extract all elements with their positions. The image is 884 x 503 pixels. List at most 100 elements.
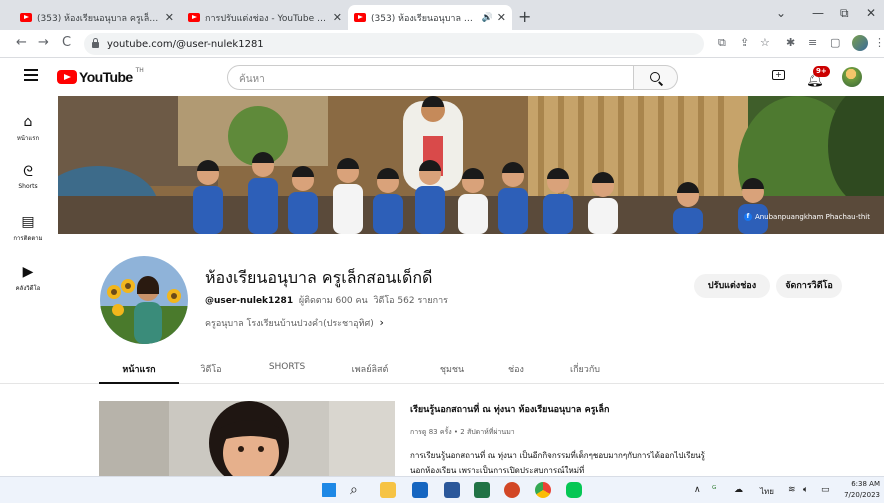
- youtube-favicon-icon: [20, 13, 32, 22]
- channel-avatar[interactable]: [100, 256, 188, 344]
- browser-tab[interactable]: การปรับแต่งช่อง - YouTube Studio ✕: [182, 5, 348, 30]
- lock-icon: [92, 38, 99, 48]
- tab-close-icon[interactable]: ✕: [333, 11, 342, 24]
- word-icon[interactable]: [444, 482, 460, 498]
- extensions-icon[interactable]: ✱: [786, 36, 795, 49]
- profile-avatar[interactable]: [852, 35, 868, 51]
- channel-avatar-photo: [100, 256, 188, 344]
- tab-title: (353) ห้องเรียนอนุบาล ครูเล็กสอนเด็กดี: [37, 13, 161, 24]
- manage-videos-button[interactable]: จัดการวิดีโอ: [776, 274, 842, 298]
- tab-playlists[interactable]: เพลย์ลิสต์: [352, 362, 389, 376]
- browser-toolbar: ← → C youtube.com/@user-nulek1281 ⧉ ⇪ ☆ …: [0, 30, 884, 58]
- share-icon[interactable]: ⇪: [740, 36, 749, 49]
- tray-app-icon[interactable]: ᴳ: [712, 485, 716, 495]
- channel-description[interactable]: ครูอนุบาล โรงเรียนบ้านปวงคำ(ประชาอุทิศ) …: [205, 316, 384, 330]
- banner-credit: f Anubanpuangkham Phachau-thit: [743, 213, 870, 221]
- line-app-icon[interactable]: [566, 482, 582, 498]
- youtube-studio-favicon-icon: [188, 13, 200, 22]
- reload-button[interactable]: C: [62, 35, 71, 50]
- powerpoint-icon[interactable]: [504, 482, 520, 498]
- bookmark-star-icon[interactable]: ☆: [760, 36, 770, 49]
- browser-menu-icon[interactable]: ⋮: [874, 36, 884, 49]
- youtube-wordmark: YouTube: [79, 69, 133, 85]
- tab-title: (353) ห้องเรียนอนุบาล ครูเล็กสอนเ: [371, 13, 478, 24]
- banner-credit-text: Anubanpuangkham Phachau-thit: [754, 213, 870, 221]
- create-video-icon[interactable]: +: [772, 70, 785, 80]
- clock-date: 7/20/2023: [844, 491, 880, 499]
- channel-banner-image: f Anubanpuangkham Phachau-thit: [58, 96, 884, 234]
- input-language[interactable]: ไทย: [760, 485, 774, 498]
- audio-playing-icon[interactable]: 🔊: [482, 13, 493, 23]
- chrome-icon[interactable]: [535, 482, 551, 498]
- featured-video-thumbnail[interactable]: [99, 401, 395, 476]
- system-clock[interactable]: 6:38 AM 7/20/2023: [844, 479, 880, 501]
- url-text: youtube.com/@user-nulek1281: [107, 38, 264, 50]
- tab-shorts[interactable]: SHORTS: [269, 362, 305, 372]
- side-panel-icon[interactable]: ▢: [830, 36, 840, 49]
- facebook-icon: f: [743, 213, 752, 221]
- sidebar-item-shorts[interactable]: ᘓ Shorts: [0, 164, 56, 190]
- chevron-right-icon: ›: [379, 316, 384, 329]
- reading-list-icon[interactable]: ≡: [808, 36, 817, 49]
- new-tab-button[interactable]: +: [518, 7, 531, 26]
- app-icon[interactable]: [412, 482, 428, 498]
- taskbar-search-icon[interactable]: ⌕: [350, 482, 366, 498]
- tray-cloud-icon[interactable]: ☁: [734, 485, 743, 495]
- tab-search-dropdown-icon[interactable]: ⌄: [776, 6, 786, 20]
- library-icon: ▶: [22, 264, 34, 280]
- customize-channel-button[interactable]: ปรับแต่งช่อง: [694, 274, 770, 298]
- notification-count-badge: 9+: [813, 66, 830, 77]
- tab-close-icon[interactable]: ✕: [165, 11, 174, 24]
- menu-hamburger-icon[interactable]: [24, 69, 38, 84]
- tab-home[interactable]: หน้าแรก: [122, 362, 155, 376]
- battery-icon[interactable]: ▭: [821, 485, 830, 495]
- subscriber-count: ผู้ติดตาม 600 คน: [298, 296, 368, 306]
- tray-overflow-icon[interactable]: ∧: [694, 485, 701, 495]
- tab-about[interactable]: เกี่ยวกับ: [570, 362, 600, 376]
- region-code: TH: [135, 66, 144, 74]
- search-input[interactable]: ค้นหา: [227, 65, 634, 90]
- channel-name: ห้องเรียนอนุบาล ครูเล็กสอนเด็กดี: [205, 268, 433, 287]
- minimize-button[interactable]: —: [812, 6, 824, 20]
- windows-taskbar: ⌕ ∧ ᴳ ☁ ไทย ≋ 🔈︎ ▭ 6:38 AM 7/20/2023: [0, 476, 884, 503]
- featured-video-title[interactable]: เรียนรู้นอกสถานที่ ณ ทุ่งนา ห้องเรียนอนุ…: [410, 402, 609, 416]
- browser-tab-active[interactable]: (353) ห้องเรียนอนุบาล ครูเล็กสอนเ 🔊 ✕: [348, 5, 512, 30]
- browser-tab[interactable]: (353) ห้องเรียนอนุบาล ครูเล็กสอนเด็กดี ✕: [14, 5, 180, 30]
- channel-tabs: หน้าแรก วิดีโอ SHORTS เพลย์ลิสต์ ชุมชน ช…: [0, 352, 884, 384]
- account-avatar[interactable]: [842, 67, 862, 87]
- back-button[interactable]: ←: [16, 35, 27, 50]
- channel-handle: @user-nulek1281: [205, 296, 294, 306]
- forward-button[interactable]: →: [38, 35, 49, 50]
- channel-meta: @user-nulek1281 ผู้ติดตาม 600 คน วิดีโอ …: [205, 293, 448, 307]
- sidebar-item-label: คลังวิดีโอ: [15, 285, 41, 292]
- tab-channels[interactable]: ช่อง: [508, 362, 524, 376]
- sidebar-item-subscriptions[interactable]: ▤ การติดตาม: [0, 214, 56, 243]
- excel-icon[interactable]: [474, 482, 490, 498]
- sidebar-item-label: Shorts: [18, 183, 38, 190]
- tab-videos[interactable]: วิดีโอ: [200, 362, 221, 376]
- youtube-logo[interactable]: YouTube TH: [57, 66, 144, 85]
- video-count: วิดีโอ 562 รายการ: [373, 296, 448, 306]
- file-explorer-icon[interactable]: [380, 482, 396, 498]
- sidebar-item-label: การติดตาม: [13, 235, 43, 242]
- youtube-play-icon: [57, 70, 77, 84]
- volume-icon[interactable]: 🔈︎: [803, 485, 808, 495]
- search-button[interactable]: [634, 65, 678, 90]
- close-window-button[interactable]: ✕: [866, 6, 876, 20]
- google-lens-icon[interactable]: ⧉: [718, 36, 726, 50]
- tab-close-icon[interactable]: ✕: [497, 11, 506, 24]
- youtube-favicon-icon: [354, 13, 366, 22]
- sidebar-item-library[interactable]: ▶ คลังวิดีโอ: [0, 264, 56, 293]
- restore-button[interactable]: ⧉: [840, 6, 849, 21]
- thumbnail-image: [99, 401, 395, 476]
- sidebar-item-label: หน้าแรก: [16, 135, 40, 142]
- tab-community[interactable]: ชุมชน: [440, 362, 464, 376]
- wifi-icon[interactable]: ≋: [788, 485, 796, 495]
- home-icon: ⌂: [23, 114, 33, 130]
- sidebar-item-home[interactable]: ⌂ หน้าแรก: [0, 114, 56, 143]
- start-windows-icon[interactable]: [322, 483, 336, 497]
- tab-title: การปรับแต่งช่อง - YouTube Studio: [205, 13, 329, 24]
- address-bar[interactable]: youtube.com/@user-nulek1281: [84, 33, 704, 55]
- browser-tab-bar: (353) ห้องเรียนอนุบาล ครูเล็กสอนเด็กดี ✕…: [0, 0, 884, 30]
- featured-video-description: การเรียนรู้นอกสถานที่ ณ ทุ่งนา เป็นอีกกิ…: [410, 451, 705, 475]
